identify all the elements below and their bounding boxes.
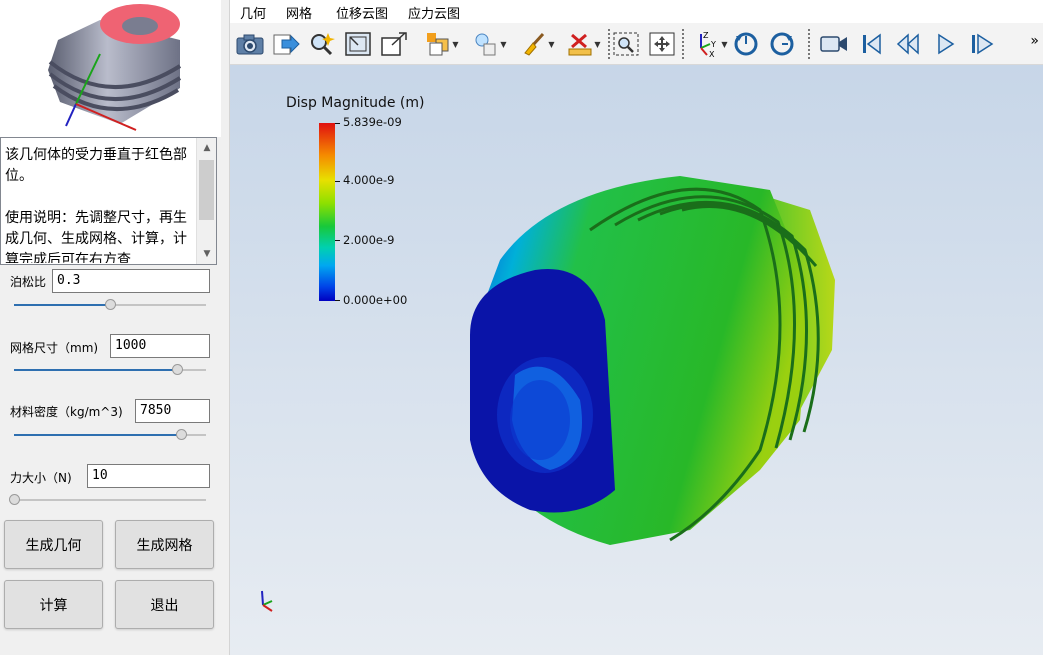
scroll-up-icon[interactable]: ▲ [198,139,216,157]
rotate-cw-icon[interactable] [766,28,798,60]
mesh-size-label: 网格尺寸（mm) [10,341,99,355]
geometry-preview-image [48,4,182,131]
play-icon[interactable] [930,28,962,60]
first-frame-icon[interactable] [856,28,888,60]
slider-track [14,499,206,501]
description-box[interactable]: 该几何体的受力垂直于红色部位。 使用说明：先调整尺寸，再生成几何、生成网格、计算… [0,137,217,265]
3d-viewport[interactable]: Disp Magnitude (m) 5.839e-09 4.000e-9 2.… [230,65,1043,655]
force-input[interactable]: 10 [87,464,210,488]
pan-icon[interactable] [646,28,678,60]
zoom-magic-icon[interactable] [306,28,338,60]
exit-button[interactable]: 退出 [115,580,214,629]
density-slider[interactable] [14,428,206,442]
geometry-preview [0,0,221,137]
poisson-label: 泊松比 [10,275,47,289]
orientation-axes-icon [261,590,273,612]
left-panel: 该几何体的受力垂直于红色部位。 使用说明：先调整尺寸，再生成几何、生成网格、计算… [0,0,221,655]
generate-geometry-button[interactable]: 生成几何 [4,520,103,569]
camera-icon[interactable] [234,28,266,60]
menu-bar: 几何 网格 位移云图 应力云图 [230,0,1043,23]
compute-button[interactable]: 计算 [4,580,103,629]
legend-tick [335,300,340,301]
description-scrollbar[interactable]: ▲ ▼ [196,138,216,264]
record-icon[interactable] [818,28,850,60]
legend-max-label: 5.839e-09 [343,115,402,129]
generate-mesh-button[interactable]: 生成网格 [115,520,214,569]
fea-model [470,176,835,545]
resize-icon[interactable] [378,28,410,60]
menu-displacement[interactable]: 位移云图 [336,3,388,22]
scroll-thumb[interactable] [199,160,214,220]
fit-window-icon[interactable] [342,28,374,60]
svg-text:Y: Y [710,40,716,49]
axes-icon[interactable]: Z Y X ▼ [690,28,730,60]
slider-fill [14,304,110,306]
legend-label: 4.000e-9 [343,173,395,187]
legend-color-bar [319,123,335,301]
display-mode-icon[interactable]: ▼ [422,28,462,60]
slider-knob[interactable] [9,494,20,505]
slider-fill [14,369,178,371]
panel-splitter[interactable] [221,0,230,655]
svg-text:Z: Z [703,31,709,40]
menu-mesh[interactable]: 网格 [286,3,312,22]
brush-icon[interactable]: ▼ [518,28,558,60]
description-text: 该几何体的受力垂直于红色部位。 使用说明：先调整尺寸，再生成几何、生成网格、计算… [5,147,187,263]
force-label: 力大小（N) [10,471,72,485]
zoom-box-icon[interactable] [610,28,642,60]
legend-title: Disp Magnitude (m) [286,95,425,111]
light-icon[interactable]: ▼ [470,28,510,60]
force-slider[interactable] [9,493,206,507]
prev-frame-icon[interactable] [892,28,924,60]
menu-geometry[interactable]: 几何 [240,3,266,22]
toolbar-separator [808,29,810,59]
slider-knob[interactable] [172,364,184,375]
toolbar: ▼ ▼ ▼ ▼ Z Y X ▼ » [230,23,1043,65]
poisson-input[interactable]: 0.3 [52,269,210,293]
legend-min-label: 0.000e+00 [343,293,408,307]
measure-icon[interactable]: ▼ [564,28,604,60]
svg-text:X: X [709,50,715,58]
legend-tick [335,181,340,182]
menu-stress[interactable]: 应力云图 [408,3,460,22]
slider-knob[interactable] [176,429,188,440]
app-window: 该几何体的受力垂直于红色部位。 使用说明：先调整尺寸，再生成几何、生成网格、计算… [0,0,1043,655]
legend-label: 2.000e-9 [343,233,395,247]
poisson-slider[interactable] [14,298,206,312]
scroll-down-icon[interactable]: ▼ [198,245,216,263]
toolbar-separator [682,29,684,59]
legend-tick [335,123,340,124]
next-frame-icon[interactable] [966,28,998,60]
slider-fill [14,434,182,436]
density-label: 材料密度（kg/m^3) [10,405,123,419]
toolbar-overflow-icon[interactable]: » [1030,33,1039,49]
slider-knob[interactable] [105,299,116,310]
mesh-size-input[interactable]: 1000 [110,334,210,358]
legend-tick [335,240,340,241]
mesh-size-slider[interactable] [14,363,206,377]
density-input[interactable]: 7850 [135,399,210,423]
export-icon[interactable] [270,28,302,60]
rotate-ccw-icon[interactable] [730,28,762,60]
